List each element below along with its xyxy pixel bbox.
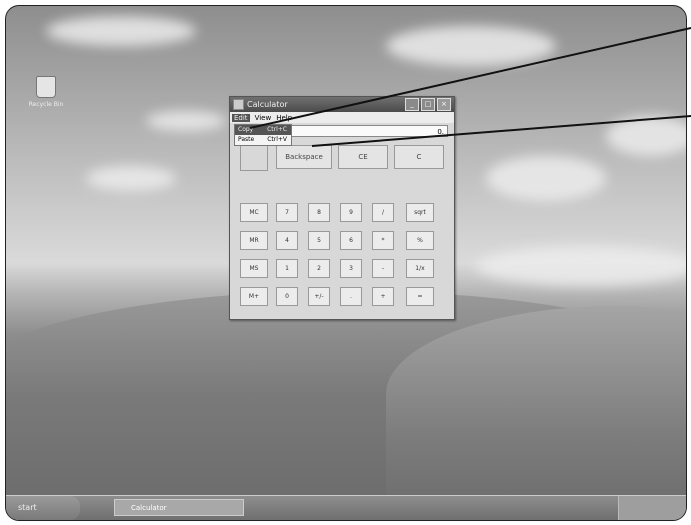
callout-lines	[249, 27, 691, 147]
callout-line-copy	[311, 115, 691, 147]
callout-line-edit	[249, 27, 691, 129]
